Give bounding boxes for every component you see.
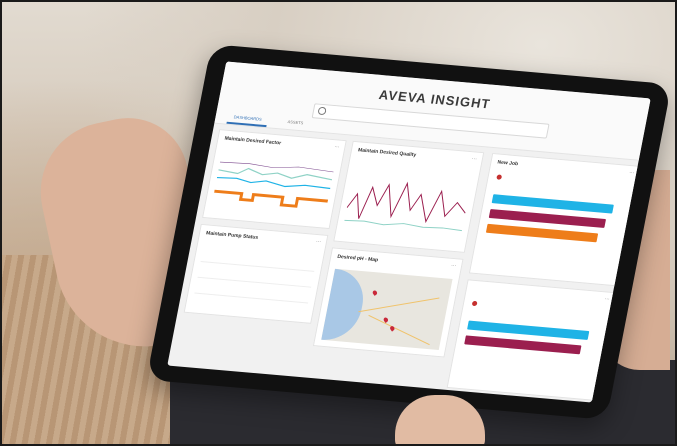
photo-scene: AVEVA INSIGHT DASHBOARDS ASSETS Maintain… xyxy=(0,0,677,446)
image-border xyxy=(0,0,677,446)
